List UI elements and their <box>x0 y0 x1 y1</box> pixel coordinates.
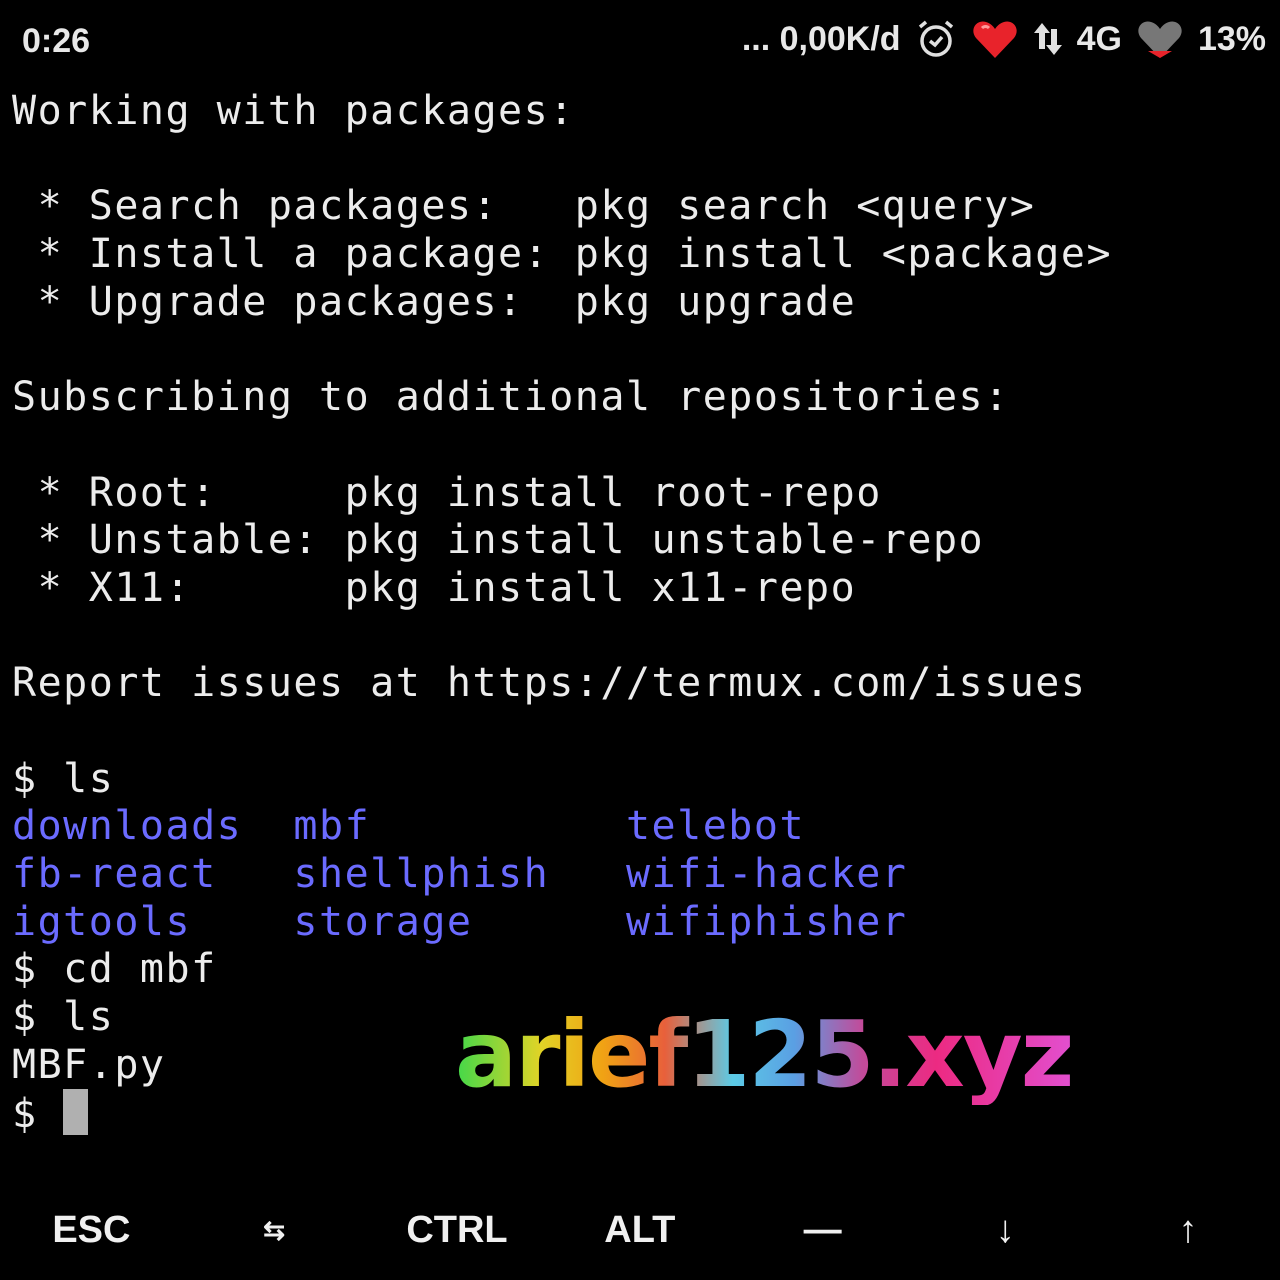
alarm-icon <box>915 18 957 60</box>
data-arrows-icon <box>1033 19 1063 59</box>
esc-key[interactable]: ESC <box>0 1209 183 1252</box>
terminal-line: Report issues at https://termux.com/issu… <box>12 660 1087 707</box>
terminal-line: * X11: pkg install x11-repo <box>12 564 857 611</box>
dash-key[interactable]: — <box>731 1209 914 1252</box>
down-arrow-key[interactable]: ↓ <box>914 1209 1097 1252</box>
heart-signal-icon <box>971 18 1019 60</box>
terminal-line: * Search packages: pkg search <query> <box>12 183 1036 230</box>
terminal-line: Subscribing to additional repositories: <box>12 374 1010 421</box>
terminal-line: $ cd mbf <box>12 946 217 993</box>
alt-key[interactable]: ALT <box>548 1209 731 1252</box>
terminal-line: fb-react shellphish wifi-hacker <box>12 851 908 897</box>
battery-percent: 13% <box>1197 19 1266 58</box>
ctrl-key[interactable]: CTRL <box>366 1209 549 1252</box>
status-time: 0:26 <box>22 22 91 60</box>
terminal-line: * Root: pkg install root-repo <box>12 469 882 516</box>
terminal-cursor <box>63 1089 89 1136</box>
prompt-symbol: $ <box>12 1091 64 1138</box>
extra-keys-bar: ESC ⇆ CTRL ALT — ↓ ↑ <box>0 1180 1280 1280</box>
network-speed: ... 0,00K/d <box>741 19 901 58</box>
heart-battery-icon <box>1136 18 1184 60</box>
terminal-line: * Unstable: pkg install unstable-repo <box>12 517 985 564</box>
network-type: 4G <box>1076 19 1122 58</box>
terminal-line: $ ls <box>12 755 115 802</box>
terminal-line: * Install a package: pkg install <packag… <box>12 231 1113 278</box>
terminal-line: downloads mbf telebot <box>12 803 806 850</box>
terminal-line: igtools storage wifiphisher <box>12 898 908 945</box>
status-bar: 0:26 ... 0,00K/d 4G 13% <box>0 0 1280 80</box>
status-right: ... 0,00K/d 4G 13% <box>742 18 1266 60</box>
tab-key[interactable]: ⇆ <box>183 1215 366 1246</box>
terminal-output[interactable]: Working with packages: * Search packages… <box>12 88 1272 1137</box>
terminal-line: Working with packages: <box>12 88 575 134</box>
watermark-text: arief125.xyz <box>455 1001 1074 1108</box>
up-arrow-key[interactable]: ↑ <box>1097 1209 1280 1252</box>
terminal-line: * Upgrade packages: pkg upgrade <box>12 278 857 325</box>
